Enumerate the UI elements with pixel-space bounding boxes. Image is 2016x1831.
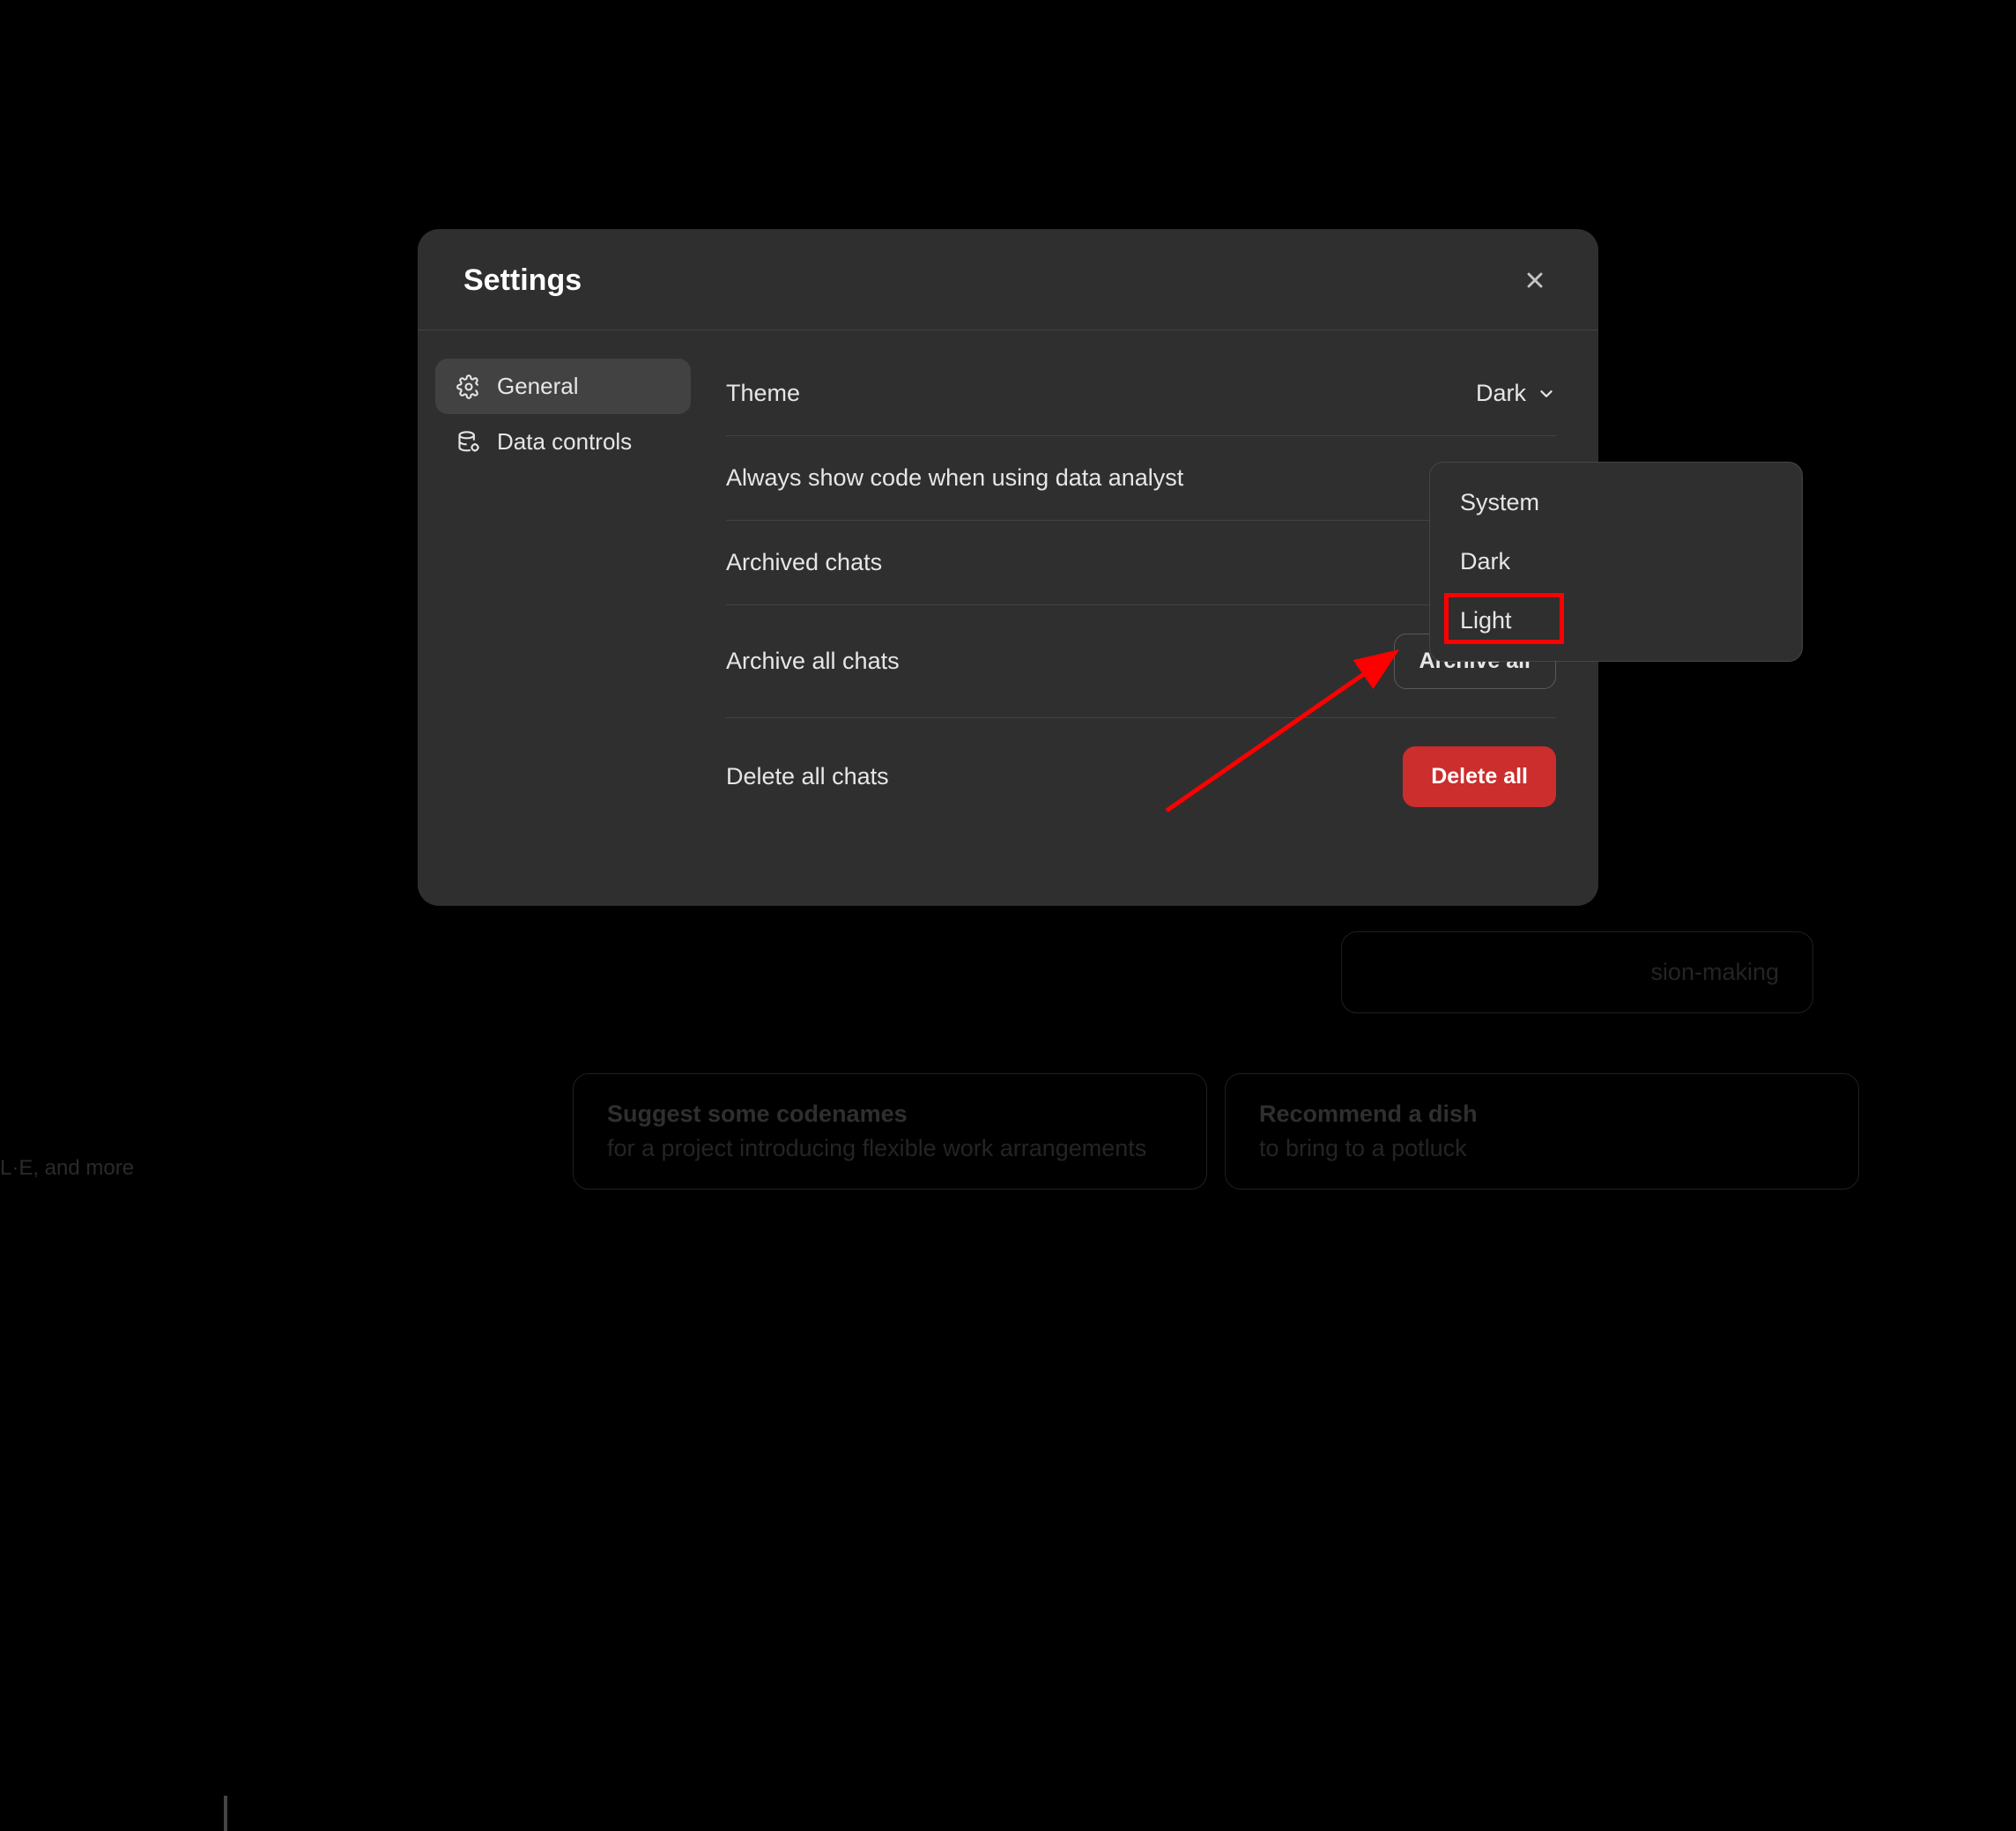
settings-modal: Settings General (418, 229, 1598, 906)
theme-value: Dark (1476, 380, 1526, 407)
sidebar-item-general[interactable]: General (435, 359, 691, 414)
settings-sidebar: General Data controls (435, 348, 691, 888)
theme-select[interactable]: Dark (1476, 380, 1556, 407)
sidebar-item-label: Data controls (497, 428, 632, 456)
modal-overlay: Settings General (0, 0, 2016, 1242)
setting-row-theme: Theme Dark (726, 364, 1556, 436)
sidebar-item-label: General (497, 373, 579, 400)
theme-option-system[interactable]: System (1430, 473, 1802, 532)
chevron-down-icon (1537, 384, 1556, 404)
setting-label: Archived chats (726, 549, 882, 576)
text-cursor (224, 1796, 227, 1831)
database-icon (456, 430, 481, 455)
setting-row-delete-all: Delete all chats Delete all (726, 718, 1556, 835)
setting-label: Always show code when using data analyst (726, 464, 1183, 492)
setting-label: Delete all chats (726, 763, 889, 790)
setting-label: Theme (726, 380, 800, 407)
close-icon (1523, 268, 1547, 293)
modal-header: Settings (418, 229, 1598, 330)
modal-body: General Data controls Theme (418, 330, 1598, 906)
theme-option-dark[interactable]: Dark (1430, 532, 1802, 591)
setting-label: Archive all chats (726, 648, 900, 675)
delete-all-button[interactable]: Delete all (1403, 746, 1556, 807)
gear-icon (456, 374, 481, 399)
modal-title: Settings (463, 263, 582, 298)
theme-option-light[interactable]: Light (1430, 591, 1802, 650)
close-button[interactable] (1517, 263, 1553, 298)
sidebar-item-data-controls[interactable]: Data controls (435, 414, 691, 470)
theme-dropdown: System Dark Light (1429, 462, 1803, 662)
